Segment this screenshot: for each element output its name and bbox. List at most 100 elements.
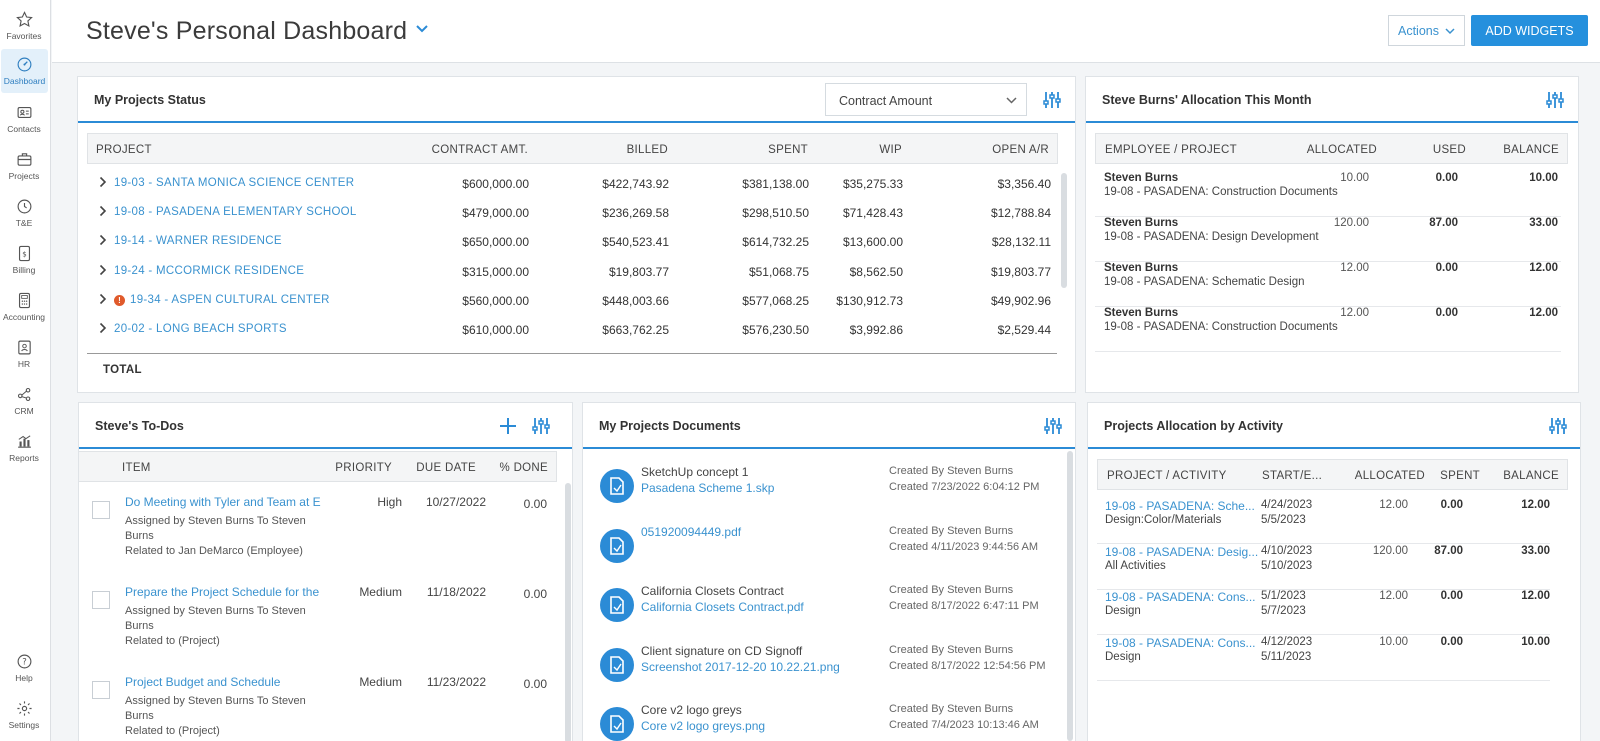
project-link[interactable]: 19-34 - ASPEN CULTURAL CENTER: [130, 294, 330, 306]
column-header: BALANCE: [1503, 144, 1559, 156]
file-icon: [610, 536, 624, 555]
used-value: 0.00: [1435, 262, 1458, 274]
activity-name: Design:Color/Materials: [1105, 514, 1222, 526]
actions-dropdown[interactable]: Actions: [1388, 15, 1465, 46]
document-icon[interactable]: [600, 588, 634, 622]
todo-assigned-cont: Burns: [125, 620, 154, 632]
todo-checkbox[interactable]: [92, 501, 110, 519]
nav-favorites[interactable]: Favorites: [0, 4, 48, 48]
column-header: OPEN A/R: [992, 144, 1049, 156]
chevron-right-icon[interactable]: [99, 234, 107, 246]
nav-crm[interactable]: CRM: [0, 379, 48, 423]
nav-reports[interactable]: Reports: [0, 426, 48, 470]
project-link[interactable]: 19-03 - SANTA MONICA SCIENCE CENTER: [114, 177, 354, 189]
table-row[interactable]: ! 19-34 - ASPEN CULTURAL CENTER $560,000.0…: [87, 290, 1058, 319]
todo-title-link[interactable]: Do Meeting with Tyler and Team at E: [125, 495, 321, 509]
settings-sliders-icon[interactable]: [1548, 416, 1568, 436]
chevron-right-icon[interactable]: [99, 264, 107, 276]
add-widgets-button[interactable]: ADD WIDGETS: [1471, 15, 1588, 46]
column-header: ALLOCATED: [1306, 144, 1377, 156]
document-icon[interactable]: [600, 707, 634, 741]
total-divider: [87, 353, 1057, 354]
start-date: 4/12/2023: [1261, 635, 1313, 648]
nav-help[interactable]: ? Help: [0, 646, 48, 690]
crm-icon: [17, 387, 30, 402]
chevron-down-icon[interactable]: [415, 24, 429, 34]
table-row: 19-08 - PASADENA: Sche... Design:Color/Ma…: [1097, 499, 1550, 544]
used-value: 87.00: [1429, 217, 1458, 229]
settings-sliders-icon[interactable]: [531, 416, 551, 436]
settings-sliders-icon[interactable]: [1043, 416, 1063, 436]
project-link[interactable]: 19-24 - MCCORMICK RESIDENCE: [114, 265, 304, 277]
contract-amount: $600,000.00: [462, 177, 529, 191]
chevron-right-icon[interactable]: [99, 293, 107, 305]
settings-sliders-icon[interactable]: [1042, 90, 1062, 110]
scrollbar[interactable]: [1067, 451, 1073, 741]
todo-percent-done: 0.00: [523, 587, 547, 601]
table-row[interactable]: 19-03 - SANTA MONICA SCIENCE CENTER $600,…: [87, 173, 1058, 202]
settings-sliders-icon[interactable]: [1545, 90, 1565, 110]
column-header: PROJECT: [96, 144, 152, 156]
nav-hr[interactable]: HR: [0, 332, 48, 376]
nav-accounting[interactable]: Accounting: [0, 285, 48, 329]
column-header: BILLED: [626, 144, 668, 156]
todo-checkbox[interactable]: [92, 681, 110, 699]
nav-billing[interactable]: $ Billing: [0, 238, 48, 282]
todo-title-link[interactable]: Project Budget and Schedule: [125, 675, 280, 689]
document-icon[interactable]: [600, 469, 634, 503]
document-file-link[interactable]: Pasadena Scheme 1.skp: [641, 481, 774, 495]
project-link[interactable]: 19-08 - PASADENA: Desig...: [1105, 545, 1258, 559]
scrollbar[interactable]: [565, 483, 571, 741]
table-row[interactable]: 19-14 - WARNER RESIDENCE $650,000.00 $540,…: [87, 231, 1058, 260]
spent-value: 0.00: [1440, 499, 1463, 511]
used-value: 0.00: [1435, 172, 1458, 184]
todo-item: Do Meeting with Tyler and Team at E Assig…: [79, 495, 557, 583]
widget-header: My Projects Documents: [583, 403, 1075, 449]
end-date: 5/5/2023: [1261, 514, 1306, 526]
project-link[interactable]: 19-08 - PASADENA: Cons...: [1105, 636, 1256, 650]
scrollbar[interactable]: [1061, 173, 1067, 288]
nav-projects[interactable]: Projects: [0, 144, 48, 188]
document-file-link[interactable]: 051920094449.pdf: [641, 525, 741, 539]
nav-label: Billing: [12, 265, 36, 275]
todo-related: Related to (Project): [125, 725, 220, 737]
project-link[interactable]: 19-08 - PASADENA: Sche...: [1105, 499, 1255, 513]
nav-label: Reports: [9, 453, 39, 463]
table-row[interactable]: 19-24 - MCCORMICK RESIDENCE $315,000.00 $1…: [87, 261, 1058, 290]
document-icon[interactable]: [600, 528, 634, 563]
project-link[interactable]: 19-08 - PASADENA ELEMENTARY SCHOOL: [114, 206, 357, 218]
todo-priority: Medium: [359, 585, 402, 599]
todo-title-link[interactable]: Prepare the Project Schedule for the: [125, 585, 319, 599]
projects-icon: [17, 153, 31, 166]
chevron-right-icon[interactable]: [99, 322, 107, 334]
nav-settings[interactable]: Settings: [0, 693, 48, 737]
nav-contacts[interactable]: Contacts: [0, 97, 48, 141]
project-link[interactable]: 19-14 - WARNER RESIDENCE: [114, 235, 282, 247]
table-row: 19-08 - PASADENA: Cons... Design 4/12/2023…: [1097, 636, 1550, 681]
table-row[interactable]: 20-02 - LONG BEACH SPORTS $610,000.00 $663…: [87, 319, 1058, 348]
wip-amount: $130,912.73: [836, 293, 903, 308]
column-header: WIP: [879, 144, 902, 156]
todo-checkbox[interactable]: [92, 591, 110, 609]
project-link[interactable]: 20-02 - LONG BEACH SPORTS: [114, 323, 287, 335]
document-file-link[interactable]: Screenshot 2017-12-20 10.22.21.png: [641, 660, 840, 674]
todo-due-date: 11/23/2022: [426, 675, 486, 689]
nav-dashboard[interactable]: Dashboard: [1, 49, 48, 93]
billed-amount: $663,762.25: [602, 323, 669, 337]
nav-te[interactable]: T&E: [0, 191, 48, 235]
project-link[interactable]: 19-08 - PASADENA: Cons...: [1105, 590, 1256, 604]
document-icon[interactable]: [600, 647, 634, 682]
document-created-by: Created By Steven Burns: [889, 524, 1014, 537]
contract-amount-select[interactable]: Contract Amount: [825, 83, 1027, 116]
balance-value: 12.00: [1529, 262, 1558, 274]
allocated-value: 120.00: [1333, 217, 1369, 229]
table-row[interactable]: 19-08 - PASADENA ELEMENTARY SCHOOL $479,0…: [87, 202, 1058, 231]
add-icon[interactable]: [498, 416, 518, 436]
column-header: EMPLOYEE / PROJECT: [1105, 144, 1237, 156]
wip-amount: $3,992.86: [849, 323, 903, 337]
document-file-link[interactable]: California Closets Contract.pdf: [641, 600, 804, 614]
document-file-link[interactable]: Core v2 logo greys.png: [641, 719, 765, 733]
chevron-right-icon[interactable]: [99, 176, 107, 188]
chevron-right-icon[interactable]: [99, 205, 107, 217]
balance-value: 33.00: [1529, 217, 1558, 229]
